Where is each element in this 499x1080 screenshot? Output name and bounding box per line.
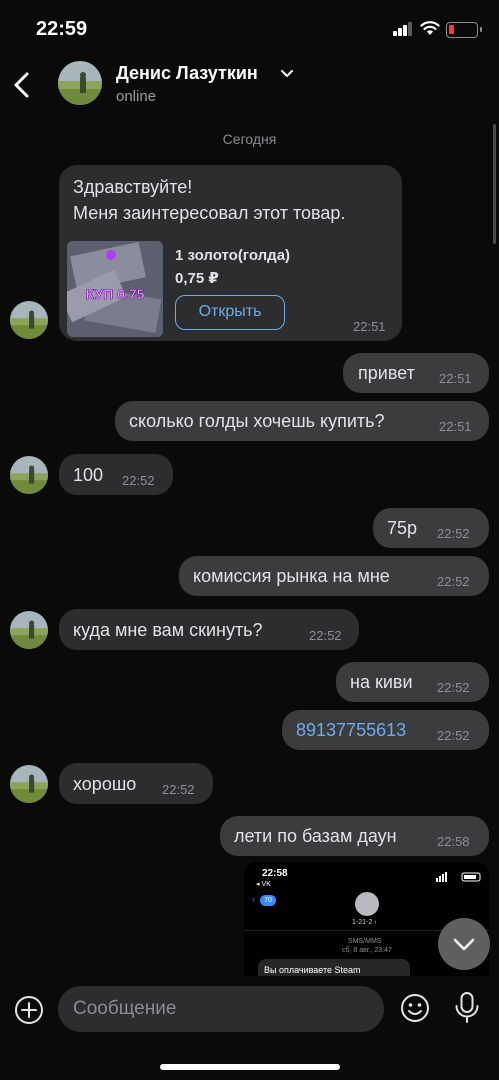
- message-text: 75р: [387, 518, 418, 538]
- home-indicator[interactable]: [160, 1064, 340, 1070]
- status-bar: 22:59: [0, 0, 499, 58]
- message-time: 22:52: [437, 680, 470, 695]
- contact-name[interactable]: Денис Лазуткин: [116, 63, 258, 84]
- product-title: 1 золото(голда): [175, 247, 291, 264]
- screenshot-back-app: ◂ VK: [256, 881, 271, 888]
- message-time: 22:51: [439, 419, 472, 434]
- contact-status: online: [116, 88, 157, 105]
- message-bubble[interactable]: комиссия рынка на мне 22:52: [179, 556, 489, 596]
- message-text: комиссия рынка на мне: [193, 566, 390, 586]
- message-text: сколько голды хочешь купить?: [129, 411, 385, 431]
- message-time: 22:52: [437, 574, 470, 589]
- message-time: 22:52: [437, 526, 470, 541]
- back-icon[interactable]: [10, 66, 36, 104]
- phone-number-link[interactable]: 89137755613: [296, 720, 406, 741]
- message-text: хорошо: [73, 774, 137, 794]
- product-price: 0,75 ₽: [175, 270, 219, 287]
- screenshot-back-chevron: ‹: [252, 894, 255, 904]
- message-time: 22:51: [353, 319, 386, 334]
- message-text: лети по базам даун: [234, 826, 397, 846]
- chat-header: Денис Лазуткин online: [0, 58, 499, 114]
- message-text: куда мне вам скинуть?: [73, 620, 263, 640]
- status-time: 22:59: [36, 18, 88, 40]
- message-bubble[interactable]: сколько голды хочешь купить? 22:51: [115, 401, 489, 441]
- sender-avatar[interactable]: [10, 456, 48, 494]
- scroll-to-bottom-button[interactable]: [438, 918, 490, 970]
- message-bubble[interactable]: лети по базам даун 22:58: [220, 816, 489, 856]
- screenshot-contact-icon: [355, 892, 379, 916]
- sender-avatar[interactable]: [10, 765, 48, 803]
- screenshot-time: 22:58: [262, 868, 288, 879]
- contact-avatar[interactable]: [58, 61, 102, 105]
- message-time: 22:52: [437, 728, 470, 743]
- screenshot-badge: 70: [260, 895, 276, 906]
- message-text: Меня заинтересовал этот товар.: [73, 203, 346, 223]
- cellular-signal-icon: [393, 22, 413, 36]
- wifi-icon: [420, 21, 440, 35]
- message-time: 22:51: [439, 371, 472, 386]
- message-bubble[interactable]: куда мне вам скинуть? 22:52: [59, 609, 359, 650]
- message-text: привет: [358, 363, 415, 383]
- screenshot-sms-label: SMS/MMS: [348, 938, 382, 945]
- battery-icon: [446, 22, 482, 38]
- message-time: 22:52: [122, 473, 155, 488]
- message-text: 100: [73, 465, 104, 485]
- message-bubble[interactable]: на киви 22:52: [336, 662, 489, 702]
- date-separator: Сегодня: [222, 131, 277, 147]
- open-product-button[interactable]: Открыть: [175, 295, 285, 330]
- message-bubble[interactable]: привет 22:51: [343, 353, 489, 393]
- message-bubble[interactable]: 75р 22:52: [373, 508, 489, 548]
- screenshot-status-icons: [436, 872, 481, 882]
- screenshot-date: сб, 8 авг., 23:47: [342, 947, 392, 954]
- microphone-icon[interactable]: [453, 991, 481, 1025]
- message-time: 22:52: [162, 782, 195, 797]
- message-text: Здравствуйте!: [73, 177, 193, 197]
- message-bubble[interactable]: 100 22:52: [59, 454, 173, 495]
- message-bubble[interactable]: хорошо 22:52: [59, 763, 213, 804]
- chevron-down-icon: [453, 938, 475, 951]
- product-image[interactable]: КУП 0.75: [67, 241, 163, 337]
- message-time: 22:58: [437, 834, 470, 849]
- sender-avatar[interactable]: [10, 301, 48, 339]
- sender-avatar[interactable]: [10, 611, 48, 649]
- emoji-icon[interactable]: [400, 993, 430, 1023]
- message-text: на киви: [350, 672, 413, 692]
- product-card-message[interactable]: Здравствуйте! Меня заинтересовал этот то…: [59, 165, 402, 341]
- chevron-down-icon[interactable]: [281, 70, 293, 78]
- product-image-label: КУП 0.75: [86, 286, 145, 302]
- message-input[interactable]: [58, 986, 384, 1032]
- screenshot-contact: 1-21-2 ›: [352, 919, 377, 926]
- attach-plus-icon[interactable]: [14, 995, 44, 1025]
- message-time: 22:52: [309, 628, 342, 643]
- screenshot-message: Вы оплачиваете Steam: [264, 965, 361, 975]
- message-bubble[interactable]: 89137755613 22:52: [282, 710, 489, 750]
